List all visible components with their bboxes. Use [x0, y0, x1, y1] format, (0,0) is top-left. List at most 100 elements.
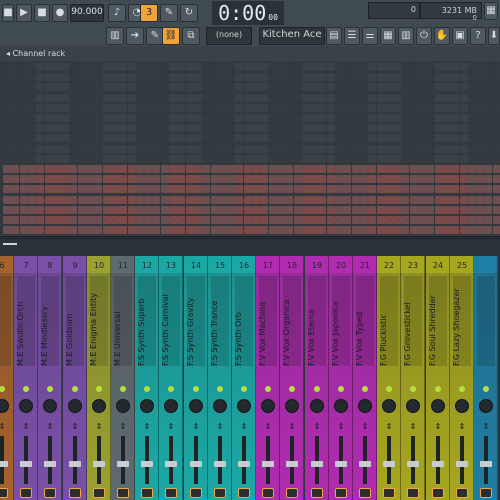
step-button[interactable] — [227, 124, 236, 133]
step-button[interactable] — [409, 83, 418, 92]
step-button[interactable] — [127, 144, 136, 153]
step-button[interactable] — [409, 144, 418, 153]
step-button[interactable] — [77, 185, 86, 194]
step-button[interactable] — [384, 144, 393, 153]
step-button[interactable] — [152, 103, 161, 112]
step-button[interactable] — [110, 154, 119, 163]
step-button[interactable] — [94, 83, 103, 92]
step-button[interactable] — [94, 216, 103, 224]
step-button[interactable] — [69, 144, 78, 153]
enable-led-icon[interactable] — [483, 386, 489, 392]
step-button[interactable] — [301, 175, 310, 184]
step-button[interactable] — [185, 83, 194, 92]
step-button[interactable] — [268, 103, 277, 112]
step-button[interactable] — [268, 73, 277, 82]
step-button[interactable] — [285, 114, 294, 122]
step-button[interactable] — [459, 134, 468, 143]
step-button[interactable] — [351, 216, 360, 224]
enable-led-icon[interactable] — [96, 386, 102, 392]
step-button[interactable] — [384, 226, 393, 235]
step-button[interactable] — [459, 63, 468, 71]
step-button[interactable] — [384, 73, 393, 82]
step-button[interactable] — [52, 144, 61, 153]
step-button[interactable] — [434, 144, 443, 153]
step-button[interactable] — [160, 154, 169, 163]
step-button[interactable] — [202, 83, 211, 92]
step-button[interactable] — [177, 185, 186, 194]
step-button[interactable] — [110, 195, 119, 204]
step-button[interactable] — [293, 124, 302, 133]
step-button[interactable] — [318, 195, 327, 204]
step-button[interactable] — [177, 165, 186, 173]
step-button[interactable] — [285, 83, 294, 92]
enable-led-icon[interactable] — [241, 386, 247, 392]
step-button[interactable] — [210, 83, 219, 92]
step-button[interactable] — [343, 154, 352, 163]
step-button[interactable] — [152, 195, 161, 204]
link-button[interactable]: ⛓ — [162, 27, 180, 45]
step-button[interactable] — [86, 195, 94, 204]
step-button[interactable] — [94, 73, 103, 82]
step-button[interactable] — [268, 175, 277, 184]
step-button[interactable] — [434, 185, 443, 194]
step-button[interactable] — [61, 114, 70, 122]
step-button[interactable] — [61, 175, 70, 184]
step-button[interactable] — [36, 226, 45, 235]
step-button[interactable] — [310, 185, 319, 194]
step-button[interactable] — [193, 216, 202, 224]
fx-slot[interactable] — [165, 488, 177, 498]
step-button[interactable] — [227, 134, 236, 143]
step-button[interactable] — [310, 216, 319, 224]
step-button[interactable] — [459, 185, 468, 194]
step-button[interactable] — [19, 154, 28, 163]
step-button[interactable] — [384, 195, 393, 204]
step-button[interactable] — [11, 165, 20, 173]
step-button[interactable] — [152, 205, 161, 214]
step-button[interactable] — [359, 103, 368, 112]
step-button[interactable] — [69, 185, 78, 194]
enable-led-icon[interactable] — [265, 386, 271, 392]
step-button[interactable] — [442, 216, 451, 224]
enable-led-icon[interactable] — [314, 386, 320, 392]
step-button[interactable] — [227, 73, 236, 82]
step-button[interactable] — [285, 144, 294, 153]
step-button[interactable] — [301, 134, 310, 143]
step-button[interactable] — [202, 103, 211, 112]
step-button[interactable] — [384, 216, 393, 224]
step-button[interactable] — [326, 185, 335, 194]
step-button[interactable] — [44, 63, 53, 71]
step-button[interactable] — [252, 83, 260, 92]
step-button[interactable] — [442, 175, 451, 184]
step-button[interactable] — [492, 226, 500, 235]
step-button[interactable] — [467, 185, 476, 194]
step-button[interactable] — [359, 165, 368, 173]
step-button[interactable] — [351, 165, 360, 173]
step-button[interactable] — [110, 205, 119, 214]
step-button[interactable] — [492, 93, 500, 102]
step-button[interactable] — [44, 103, 53, 112]
step-button[interactable] — [426, 103, 435, 112]
step-button[interactable] — [44, 124, 53, 133]
step-button[interactable] — [160, 103, 169, 112]
step-button[interactable] — [11, 73, 20, 82]
step-button[interactable] — [127, 93, 136, 102]
step-button[interactable] — [492, 175, 500, 184]
step-button[interactable] — [185, 205, 194, 214]
step-button[interactable] — [459, 83, 468, 92]
step-button[interactable] — [376, 205, 385, 214]
step-button[interactable] — [442, 165, 451, 173]
step-button[interactable] — [343, 165, 352, 173]
step-button[interactable] — [351, 63, 360, 71]
step-button[interactable] — [135, 93, 144, 102]
pan-knob[interactable] — [164, 399, 178, 413]
download-button[interactable]: ⬇ — [488, 27, 500, 45]
step-button[interactable] — [260, 124, 269, 133]
step-button[interactable] — [144, 73, 153, 82]
step-button[interactable] — [368, 226, 377, 235]
step-button[interactable] — [86, 124, 94, 133]
step-button[interactable] — [467, 73, 476, 82]
step-button[interactable] — [235, 73, 244, 82]
step-button[interactable] — [418, 185, 426, 194]
step-button[interactable] — [36, 63, 45, 71]
volume-fader[interactable] — [69, 461, 81, 467]
